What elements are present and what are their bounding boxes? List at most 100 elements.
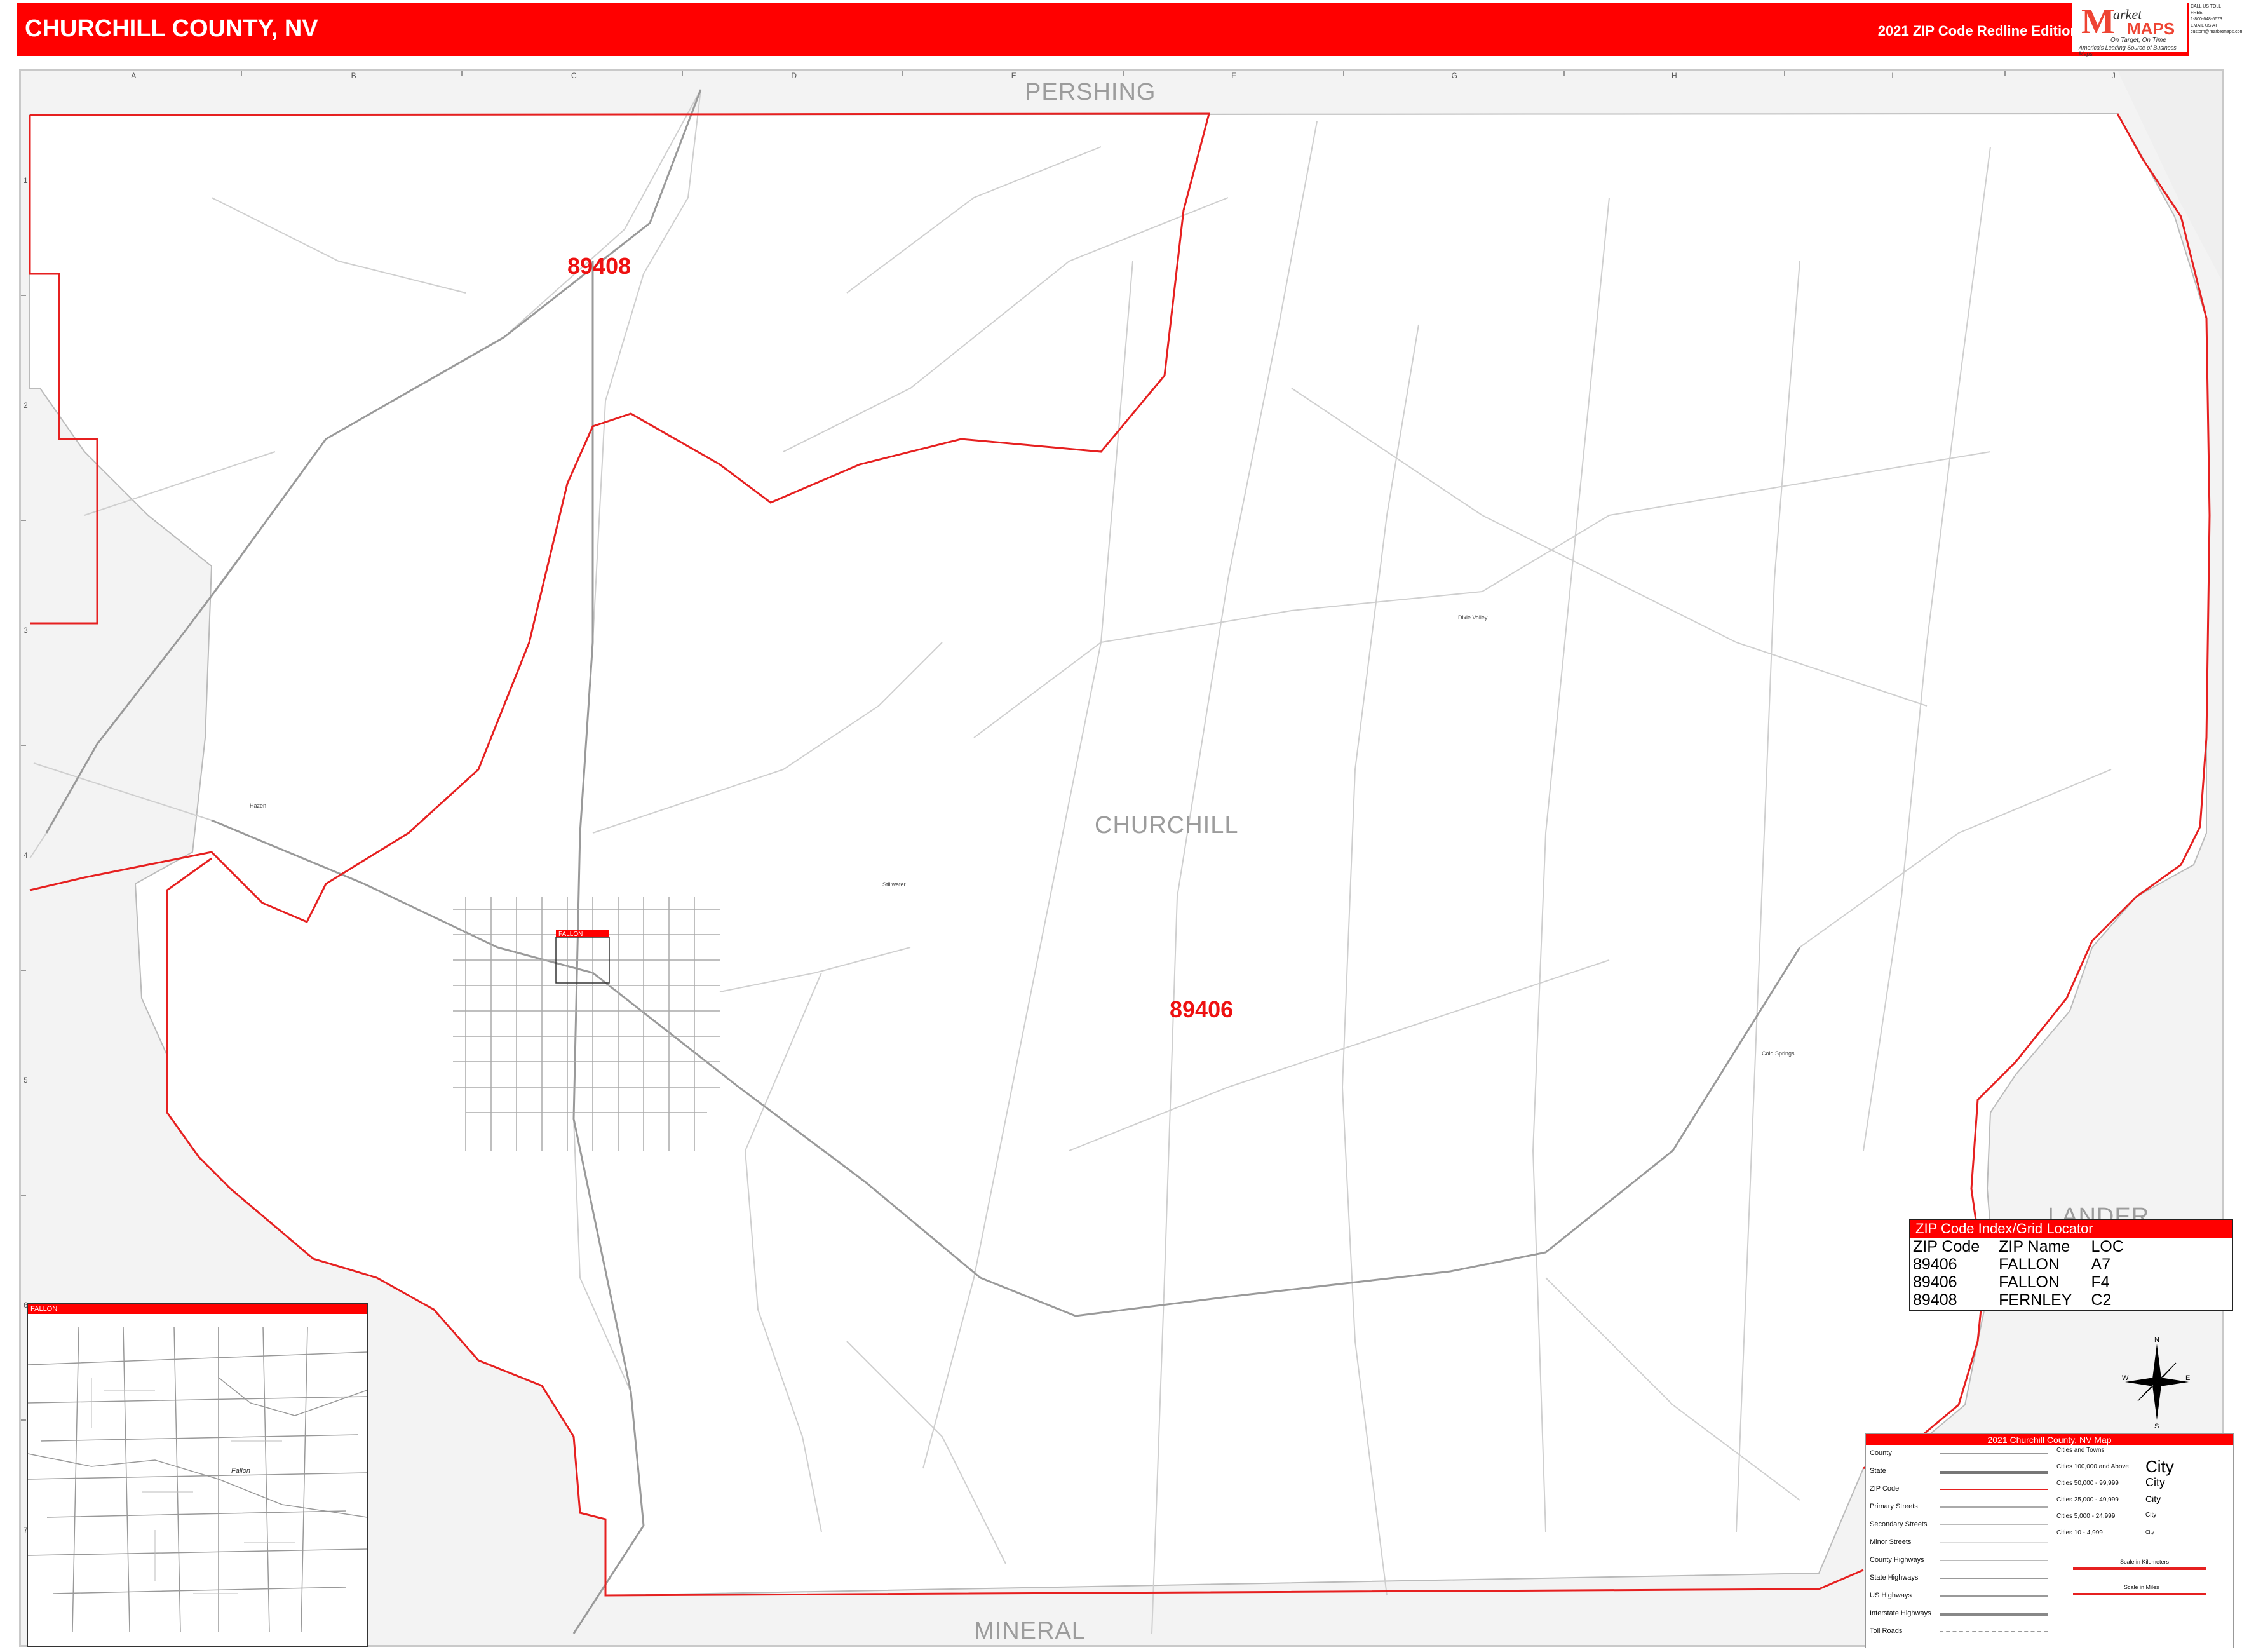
table-row: 89408 FERNLEY C2 [1913,1291,2143,1309]
legend-line-toll [1940,1631,2048,1632]
zip-loc-cell: C2 [2091,1291,2112,1309]
contact-line: custom@marketmaps.com [2191,30,2242,34]
scale-bar-km [2073,1567,2206,1570]
legend-cities-header: Cities and Towns [2056,1447,2105,1454]
zip-index-header: LOC [2091,1238,2124,1256]
zip-name-cell: FALLON [1999,1256,2060,1273]
grid-row-number: 5 [24,1076,28,1085]
contact-line: 1-800-648-6673 [2191,17,2222,22]
legend-item-county: County [1870,1449,1892,1457]
legend-item-zip: ZIP Code [1870,1485,1900,1493]
legend-scale-mi: Scale in Miles [2124,1584,2159,1590]
compass-w: W [2122,1374,2129,1382]
legend-title: 2021 Churchill County, NV Map [1866,1434,2233,1446]
place-stillwater: Stillwater [882,881,906,888]
header-bar: CHURCHILL COUNTY, NV 2021 ZIP Code Redli… [17,3,2225,56]
zip-index-grid: ZIP Code ZIP Name LOC 89406 FALLON A7 89… [1913,1238,2143,1309]
grid-row-number: 2 [24,401,28,410]
county-label: CHURCHILL [1095,812,1238,839]
neighbor-label-north: PERSHING [1025,79,1156,105]
zip-index-header: ZIP Code [1913,1238,1980,1256]
legend-city-tier: Cities 25,000 - 49,999 [2056,1496,2119,1503]
zip-index-table: ZIP Code Index/Grid Locator ZIP Code ZIP… [1909,1219,2233,1311]
legend-line-secondary [1940,1524,2048,1525]
legend-line-state-hwy [1940,1578,2048,1579]
legend-line-county-hwy [1940,1560,2048,1561]
logo-mark: M [2081,2,2115,41]
logo-subline: America's Leading Source of Business Map… [2079,44,2177,57]
table-row: 89406 FALLON A7 [1913,1256,2143,1273]
grid-column-letter: A [131,71,136,80]
compass-s: S [2154,1423,2159,1430]
legend-city-tier: Cities 100,000 and Above [2056,1463,2129,1470]
place-cold-springs: Cold Springs [1762,1050,1795,1057]
legend-line-county [1940,1453,2048,1454]
table-row: 89406 FALLON F4 [1913,1273,2143,1291]
legend-city-sample: City [2145,1512,2157,1519]
legend-city-tier: Cities 5,000 - 24,999 [2056,1513,2116,1520]
zip-label-89406: 89406 [1170,996,1233,1022]
contact-line: EMAIL US AT [2191,24,2218,28]
legend-line-interstate [1940,1613,2048,1616]
neighbor-label-south: MINERAL [974,1618,1086,1644]
place-hazen: Hazen [250,802,266,809]
legend-line-us-hwy [1940,1595,2048,1597]
grid-row-number: 1 [24,176,28,185]
grid-column-letter: H [1671,71,1677,80]
legend-city-tier: Cities 10 - 4,999 [2056,1529,2103,1536]
legend-item-state: State [1870,1467,1886,1475]
grid-column-letter: J [2112,71,2116,80]
grid-row-number: 4 [24,851,28,860]
zip-code-cell: 89406 [1913,1256,1957,1273]
legend-line-zip [1940,1489,2048,1490]
grid-column-letter: B [351,71,356,80]
legend-city-tier: Cities 50,000 - 99,999 [2056,1480,2119,1487]
legend-line-minor [1940,1542,2048,1543]
fallon-city-label: FALLON [558,931,583,938]
inset-title: FALLON [28,1304,367,1314]
grid-column-letter: D [791,71,797,80]
zip-index-header: ZIP Name [1999,1238,2070,1256]
grid-column-letter: I [1891,71,1893,80]
zip-code-cell: 89406 [1913,1273,1957,1291]
inset-place-label: Fallon [231,1467,250,1475]
compass-n: N [2154,1336,2159,1344]
grid-column-letter: C [571,71,577,80]
inset-canvas: Fallon [27,1326,368,1632]
zip-loc-cell: A7 [2091,1256,2111,1273]
zip-name-cell: FALLON [1999,1273,2060,1291]
grid-column-letter: F [1231,71,1236,80]
compass-e: E [2185,1374,2190,1382]
logo-word-maps: MAPS [2127,19,2175,38]
contact-line: CALL US TOLL FREE [2191,4,2221,15]
legend-item-toll: Toll Roads [1870,1627,1903,1635]
legend-item-us-hwy: US Highways [1870,1592,1912,1599]
legend-city-sample: City [2145,1494,2161,1504]
scale-bar-mi [2073,1593,2206,1595]
contact-box: CALL US TOLL FREE 1-800-648-6673 EMAIL U… [2189,3,2242,56]
legend-city-sample: City [2145,1476,2165,1489]
compass-rose-icon: N S W E [2122,1336,2190,1430]
grid-column-letter: E [1011,71,1016,80]
legend-item-minor: Minor Streets [1870,1538,1912,1546]
legend-item-interstate: Interstate Highways [1870,1609,1931,1617]
fallon-inset-map[interactable]: FALLON Fallon [27,1303,368,1647]
zip-name-cell: FERNLEY [1999,1291,2072,1309]
legend-scale-km: Scale in Kilometers [2120,1559,2170,1565]
legend-city-sample: City [2145,1457,2174,1476]
zip-loc-cell: F4 [2091,1273,2110,1291]
zip-index-header-row: ZIP Code ZIP Name LOC [1913,1238,2143,1256]
legend-item-county-hwy: County Highways [1870,1556,1924,1564]
zip-code-cell: 89408 [1913,1291,1957,1309]
place-dixie-valley: Dixie Valley [1458,614,1488,621]
legend-line-state [1940,1471,2048,1474]
legend-item-secondary: Secondary Streets [1870,1520,1928,1528]
inset-streets [27,1326,368,1632]
legend-item-primary: Primary Streets [1870,1503,1918,1510]
edition-label: 2021 ZIP Code Redline Edition [1877,23,2079,39]
legend-item-state-hwy: State Highways [1870,1574,1919,1581]
zip-label-89408: 89408 [567,253,631,279]
logo-tagline: On Target, On Time [2110,37,2166,44]
zip-index-title: ZIP Code Index/Grid Locator [1910,1220,2232,1238]
map-title: CHURCHILL COUNTY, NV [25,15,318,42]
